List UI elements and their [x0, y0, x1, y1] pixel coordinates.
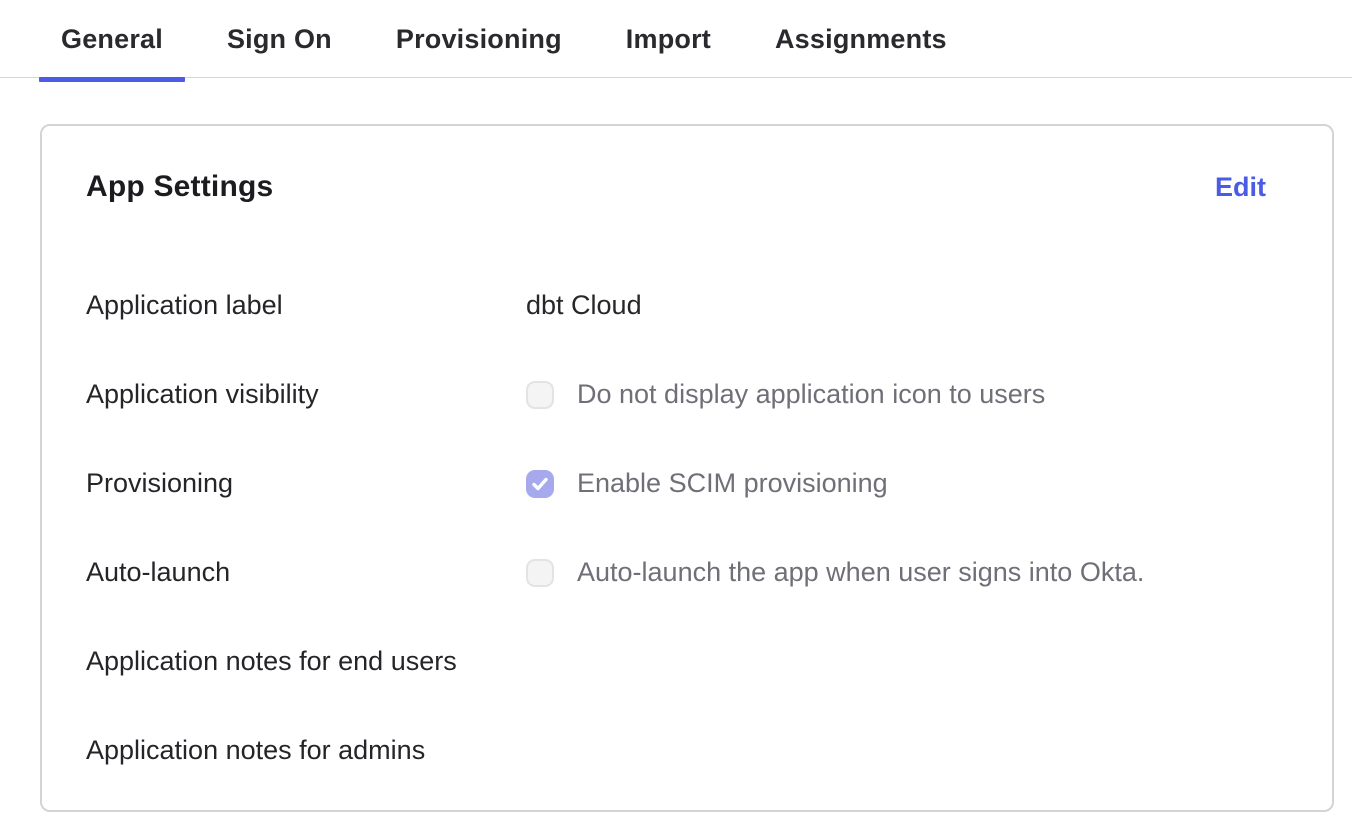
app-settings-card: App Settings Edit Application label dbt … — [40, 124, 1334, 812]
tab-general[interactable]: General — [39, 0, 185, 78]
field-label: Auto-launch — [86, 557, 526, 588]
visibility-checkbox[interactable] — [526, 381, 554, 409]
auto-launch-checkbox[interactable] — [526, 559, 554, 587]
row-notes-end-users: Application notes for end users — [86, 646, 1266, 677]
field-label: Application visibility — [86, 379, 526, 410]
row-auto-launch: Auto-launch Auto-launch the app when use… — [86, 557, 1266, 588]
check-icon — [530, 474, 550, 494]
edit-button[interactable]: Edit — [1215, 172, 1266, 203]
row-provisioning: Provisioning Enable SCIM provisioning — [86, 468, 1266, 499]
scim-provisioning-checkbox-label: Enable SCIM provisioning — [577, 468, 888, 499]
tab-import[interactable]: Import — [604, 0, 733, 78]
field-value: Auto-launch the app when user signs into… — [526, 557, 1144, 588]
field-label: Application notes for end users — [86, 646, 526, 677]
tab-assignments[interactable]: Assignments — [753, 0, 969, 78]
card-title: App Settings — [86, 170, 273, 204]
application-label-value: dbt Cloud — [526, 290, 642, 321]
app-tab-bar: General Sign On Provisioning Import Assi… — [0, 0, 1352, 78]
row-notes-admins: Application notes for admins — [86, 735, 1266, 766]
scim-provisioning-checkbox[interactable] — [526, 470, 554, 498]
visibility-checkbox-label: Do not display application icon to users — [577, 379, 1045, 410]
field-label: Application notes for admins — [86, 735, 526, 766]
field-label: Provisioning — [86, 468, 526, 499]
row-application-label: Application label dbt Cloud — [86, 290, 1266, 321]
field-value: Do not display application icon to users — [526, 379, 1045, 410]
tab-sign-on[interactable]: Sign On — [205, 0, 354, 78]
tab-provisioning[interactable]: Provisioning — [374, 0, 584, 78]
field-label: Application label — [86, 290, 526, 321]
card-header: App Settings Edit — [86, 170, 1266, 204]
row-application-visibility: Application visibility Do not display ap… — [86, 379, 1266, 410]
settings-rows: Application label dbt Cloud Application … — [86, 290, 1266, 766]
auto-launch-checkbox-label: Auto-launch the app when user signs into… — [577, 557, 1144, 588]
field-value: Enable SCIM provisioning — [526, 468, 888, 499]
field-value: dbt Cloud — [526, 290, 642, 321]
